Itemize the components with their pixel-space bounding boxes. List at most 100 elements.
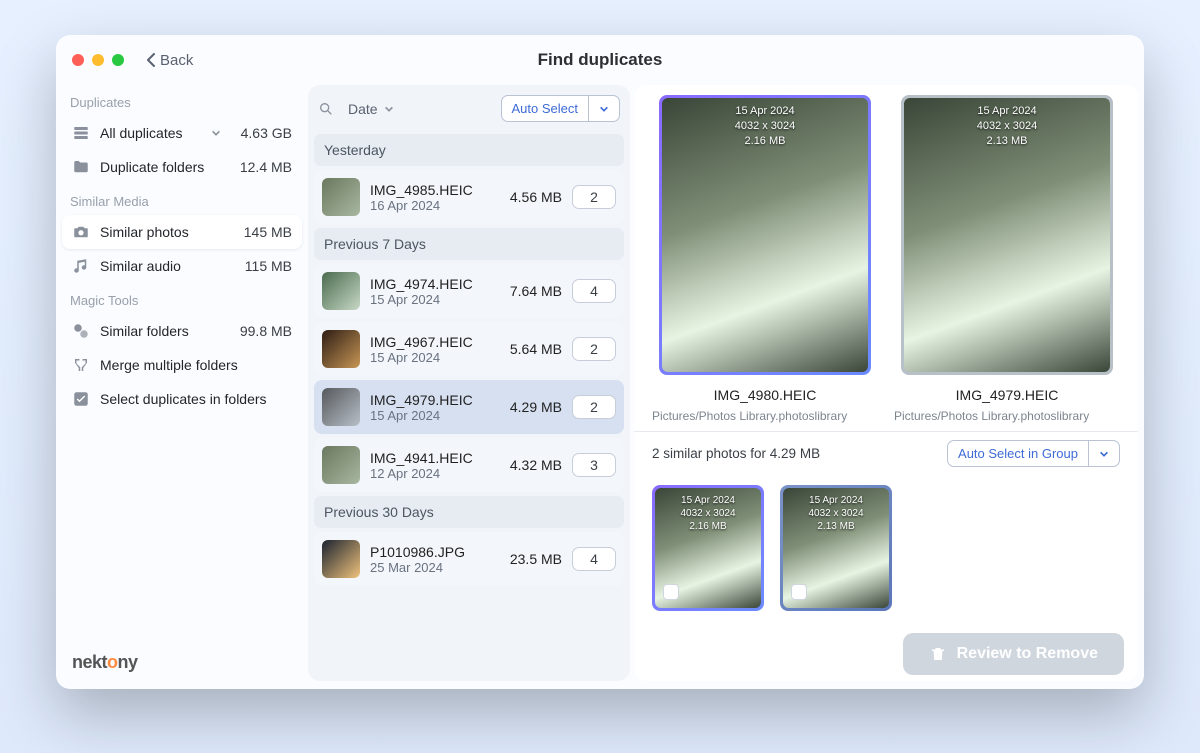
item-count[interactable]: 2 [572, 395, 616, 419]
merge-icon [72, 356, 90, 374]
sidebar-item-value: 145 MB [244, 224, 292, 240]
preview-frame-right[interactable]: 15 Apr 2024 4032 x 3024 2.13 MB [901, 95, 1113, 375]
item-name: IMG_4974.HEIC [370, 276, 500, 292]
item-name: IMG_4985.HEIC [370, 182, 500, 198]
item-size: 4.32 MB [510, 457, 562, 473]
image-name: IMG_4980.HEIC [714, 387, 817, 403]
item-count[interactable]: 4 [572, 279, 616, 303]
fullscreen-window-button[interactable] [112, 54, 124, 66]
auto-select-split-button: Auto Select [501, 95, 621, 122]
sidebar-item-label: Similar photos [100, 224, 234, 240]
image-path: Pictures/Photos Library.photoslibrary [894, 403, 1120, 431]
item-date: 16 Apr 2024 [370, 198, 500, 213]
sidebar-item-similar-folders[interactable]: Similar folders 99.8 MB [62, 314, 302, 348]
sidebar-item-similar-photos[interactable]: Similar photos 145 MB [62, 215, 302, 249]
compare-left: 15 Apr 2024 4032 x 3024 2.16 MB IMG_4980… [652, 95, 878, 403]
item-date: 25 Mar 2024 [370, 560, 500, 575]
thumb-image: 15 Apr 2024 4032 x 3024 2.16 MB [655, 488, 761, 608]
auto-select-group-button[interactable]: Auto Select in Group [948, 441, 1088, 466]
meta-date: 15 Apr 2024 [904, 104, 1110, 119]
main-area: Duplicates All duplicates 4.63 GB Duplic… [56, 85, 1144, 689]
minimize-window-button[interactable] [92, 54, 104, 66]
review-button-label: Review to Remove [957, 645, 1098, 663]
review-to-remove-button[interactable]: Review to Remove [903, 633, 1124, 675]
preview-frame-left[interactable]: 15 Apr 2024 4032 x 3024 2.16 MB [659, 95, 871, 375]
select-checkbox[interactable] [663, 584, 679, 600]
meta-dimensions: 4032 x 3024 [783, 507, 889, 520]
titlebar: Back Find duplicates [56, 35, 1144, 85]
select-checkbox[interactable] [791, 584, 807, 600]
thumbnail [322, 272, 360, 310]
list-item[interactable]: P1010986.JPG 25 Mar 2024 23.5 MB 4 [314, 532, 624, 586]
back-button[interactable]: Back [146, 52, 193, 69]
group-list[interactable]: Yesterday IMG_4985.HEIC 16 Apr 2024 4.56… [308, 130, 630, 598]
sidebar-item-similar-audio[interactable]: Similar audio 115 MB [62, 249, 302, 283]
camera-icon [72, 223, 90, 241]
group-info: 2 similar photos for 4.29 MB [652, 446, 947, 461]
brand-text: ny [118, 652, 138, 672]
item-count[interactable]: 2 [572, 185, 616, 209]
group-header: Previous 30 Days [314, 496, 624, 528]
meta-date: 15 Apr 2024 [783, 494, 889, 507]
thumb-meta: 15 Apr 2024 4032 x 3024 2.16 MB [655, 494, 761, 533]
thumbnail [322, 388, 360, 426]
list-item[interactable]: IMG_4974.HEIC 15 Apr 2024 7.64 MB 4 [314, 264, 624, 318]
auto-select-group-menu-button[interactable] [1088, 441, 1119, 466]
image-meta-overlay: 15 Apr 2024 4032 x 3024 2.13 MB [904, 104, 1110, 149]
thumbnail [322, 330, 360, 368]
sidebar-item-value: 4.63 GB [241, 125, 292, 141]
item-count[interactable]: 3 [572, 453, 616, 477]
list-icon [72, 124, 90, 142]
item-count[interactable]: 2 [572, 337, 616, 361]
item-date: 15 Apr 2024 [370, 350, 500, 365]
sidebar-item-all-duplicates[interactable]: All duplicates 4.63 GB [62, 116, 302, 150]
meta-size: 2.13 MB [783, 520, 889, 533]
auto-select-group-split-button: Auto Select in Group [947, 440, 1120, 467]
path-row: Pictures/Photos Library.photoslibrary Pi… [634, 403, 1138, 431]
group-thumbnails: 15 Apr 2024 4032 x 3024 2.16 MB 15 Apr 2… [634, 475, 1138, 621]
check-square-icon [72, 390, 90, 408]
sort-button[interactable]: Date [342, 97, 400, 121]
group-thumb[interactable]: 15 Apr 2024 4032 x 3024 2.13 MB [780, 485, 892, 611]
auto-select-menu-button[interactable] [588, 96, 619, 121]
sidebar-item-duplicate-folders[interactable]: Duplicate folders 12.4 MB [62, 150, 302, 184]
meta-size: 2.16 MB [655, 520, 761, 533]
search-icon[interactable] [318, 101, 334, 117]
sidebar-section-magic-tools: Magic Tools [62, 283, 302, 314]
image-name: IMG_4979.HEIC [956, 387, 1059, 403]
item-size: 5.64 MB [510, 341, 562, 357]
sidebar-item-label: Select duplicates in folders [100, 391, 292, 407]
preview-image: 15 Apr 2024 4032 x 3024 2.13 MB [904, 98, 1110, 372]
group-thumb[interactable]: 15 Apr 2024 4032 x 3024 2.16 MB [652, 485, 764, 611]
detail-panel: 15 Apr 2024 4032 x 3024 2.16 MB IMG_4980… [634, 85, 1138, 681]
list-item[interactable]: IMG_4979.HEIC 15 Apr 2024 4.29 MB 2 [314, 380, 624, 434]
thumb-meta: 15 Apr 2024 4032 x 3024 2.13 MB [783, 494, 889, 533]
chevron-left-icon [146, 53, 156, 67]
sidebar-item-merge-folders[interactable]: Merge multiple folders [62, 348, 302, 382]
sidebar-section-duplicates: Duplicates [62, 85, 302, 116]
list-item[interactable]: IMG_4985.HEIC 16 Apr 2024 4.56 MB 2 [314, 170, 624, 224]
chevron-down-icon [1099, 449, 1109, 459]
list-item[interactable]: IMG_4967.HEIC 15 Apr 2024 5.64 MB 2 [314, 322, 624, 376]
folder-icon [72, 158, 90, 176]
item-date: 15 Apr 2024 [370, 292, 500, 307]
trash-icon [929, 645, 947, 663]
meta-date: 15 Apr 2024 [655, 494, 761, 507]
meta-date: 15 Apr 2024 [662, 104, 868, 119]
list-item[interactable]: IMG_4941.HEIC 12 Apr 2024 4.32 MB 3 [314, 438, 624, 492]
thumbnail [322, 446, 360, 484]
auto-select-button[interactable]: Auto Select [502, 96, 589, 121]
meta-size: 2.16 MB [662, 134, 868, 149]
brand-logo: nektony [62, 640, 302, 689]
meta-size: 2.13 MB [904, 134, 1110, 149]
sidebar-item-select-in-folders[interactable]: Select duplicates in folders [62, 382, 302, 416]
close-window-button[interactable] [72, 54, 84, 66]
image-path: Pictures/Photos Library.photoslibrary [652, 403, 878, 431]
sidebar: Duplicates All duplicates 4.63 GB Duplic… [56, 85, 308, 689]
item-count[interactable]: 4 [572, 547, 616, 571]
sidebar-item-label: Duplicate folders [100, 159, 230, 175]
preview-image: 15 Apr 2024 4032 x 3024 2.16 MB [662, 98, 868, 372]
window-title: Find duplicates [56, 50, 1144, 70]
chevron-down-icon [211, 128, 221, 138]
meta-dimensions: 4032 x 3024 [655, 507, 761, 520]
